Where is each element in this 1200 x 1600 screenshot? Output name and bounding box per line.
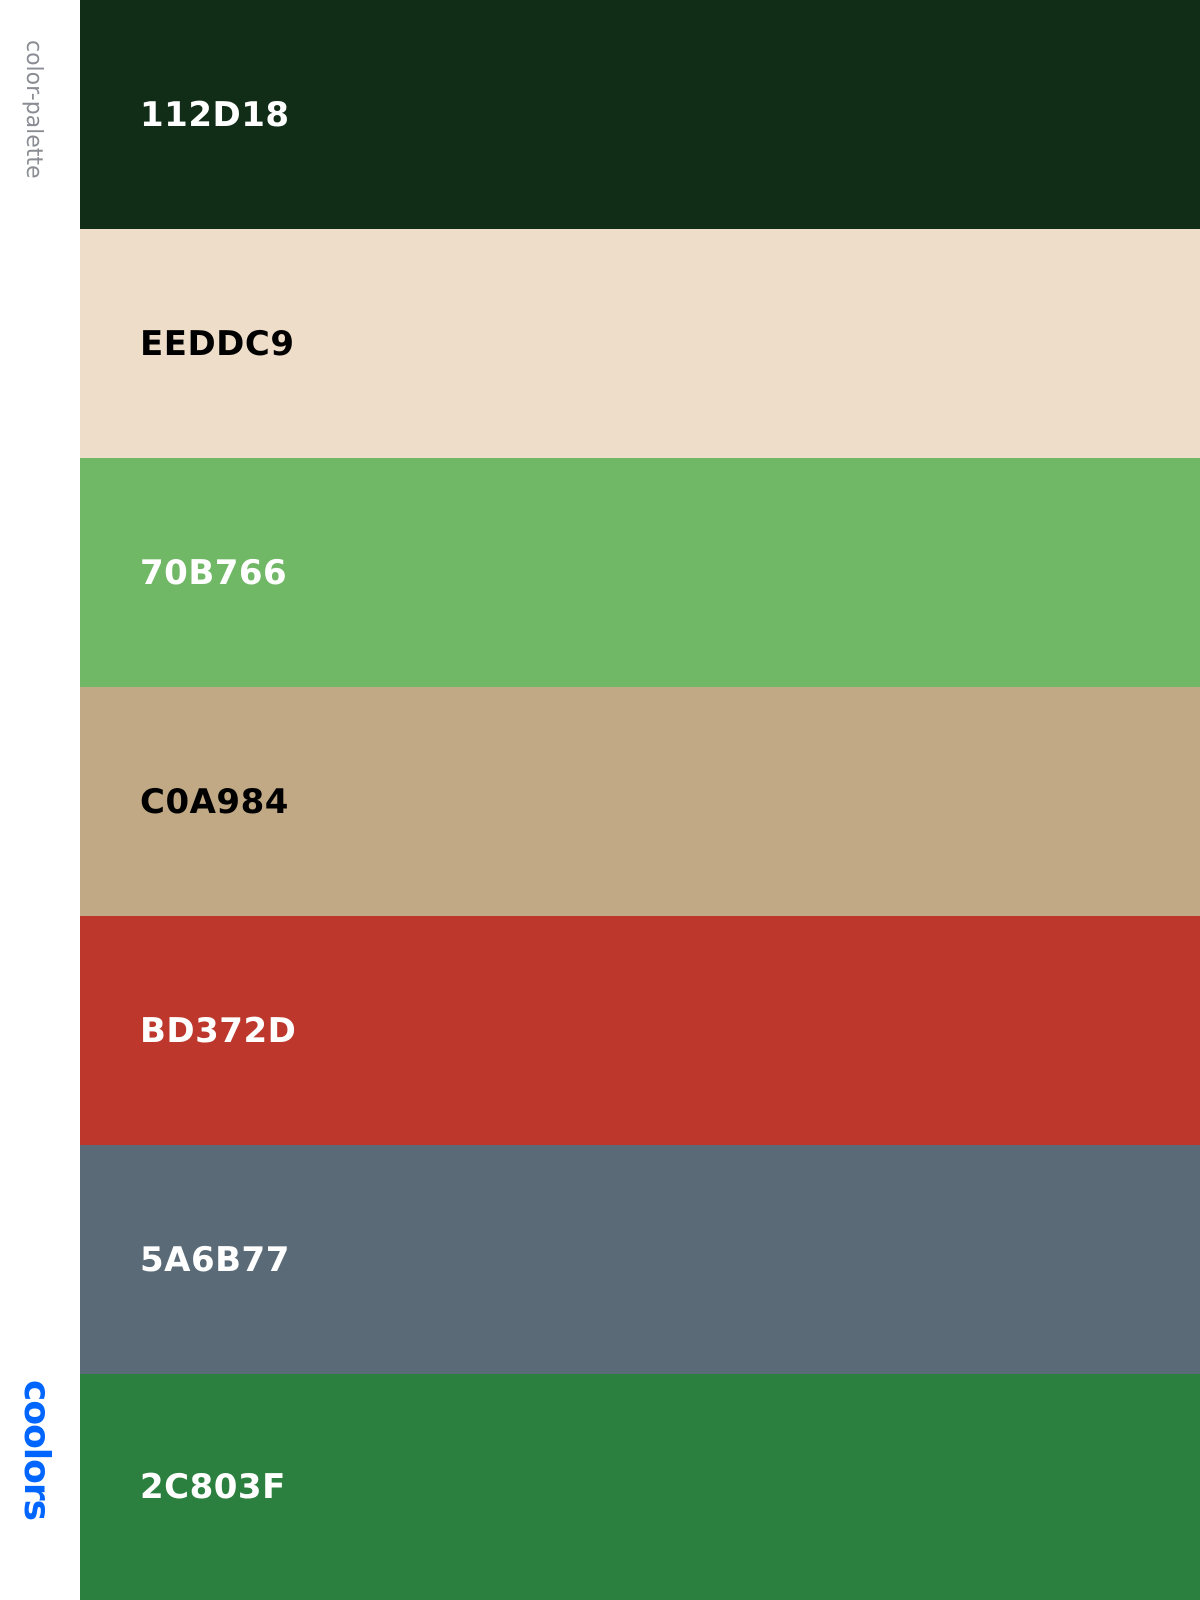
color-swatch-3[interactable]: 70B766 — [80, 458, 1200, 687]
color-swatch-4[interactable]: C0A984 — [80, 687, 1200, 916]
swatch-hex-label: BD372D — [140, 1010, 297, 1051]
swatch-hex-label: EEDDC9 — [140, 323, 295, 364]
color-swatch-1[interactable]: 112D18 — [80, 0, 1200, 229]
swatch-list: 112D18 EEDDC9 70B766 C0A984 BD372D 5A6B7… — [80, 0, 1200, 1600]
swatch-hex-label: 5A6B77 — [140, 1239, 290, 1280]
swatch-hex-label: 2C803F — [140, 1467, 286, 1507]
swatch-hex-label: 70B766 — [140, 552, 288, 593]
palette-page: color-palette coolors 112D18 EEDDC9 70B7… — [0, 0, 1200, 1600]
color-swatch-6[interactable]: 5A6B77 — [80, 1145, 1200, 1374]
color-swatch-7[interactable]: 2C803F — [80, 1374, 1200, 1600]
swatch-hex-label: 112D18 — [140, 94, 290, 135]
sidebar: color-palette coolors — [0, 0, 80, 1600]
color-swatch-5[interactable]: BD372D — [80, 916, 1200, 1145]
color-swatch-2[interactable]: EEDDC9 — [80, 229, 1200, 458]
swatch-hex-label: C0A984 — [140, 781, 289, 822]
coolors-logo[interactable]: coolors — [16, 1380, 57, 1520]
palette-title: color-palette — [21, 40, 46, 179]
